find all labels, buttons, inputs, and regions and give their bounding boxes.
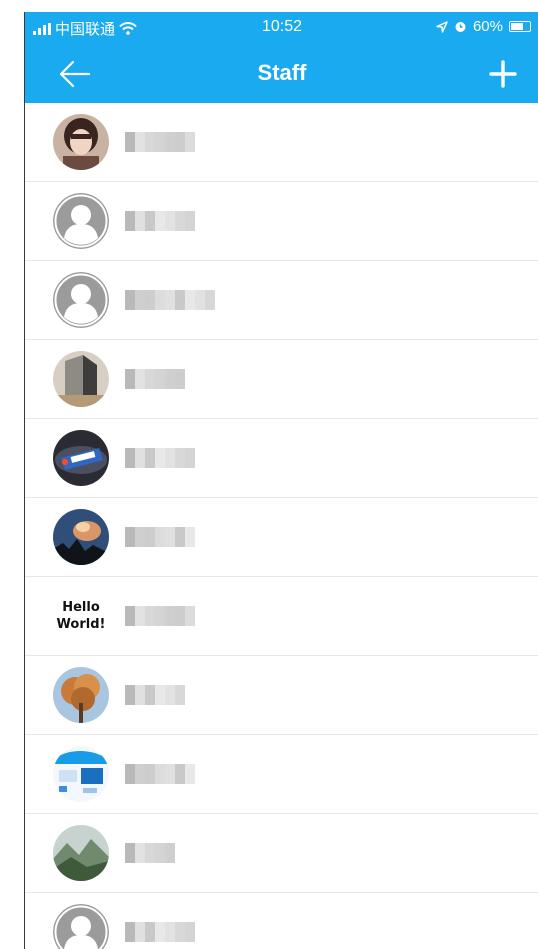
plus-icon <box>489 60 517 88</box>
avatar <box>53 509 109 565</box>
name-redaction-mosaic <box>125 132 195 152</box>
avatar <box>53 825 109 881</box>
name-redaction-mosaic <box>125 685 185 705</box>
staff-name <box>125 448 195 468</box>
add-staff-button[interactable] <box>483 54 523 94</box>
name-redaction-mosaic <box>125 606 195 626</box>
staff-row[interactable] <box>25 498 538 577</box>
app-header: 中国联通 10:52 60% Staff <box>25 12 538 103</box>
staff-row[interactable] <box>25 103 538 182</box>
avatar-text-line: World! <box>56 617 106 632</box>
staff-row[interactable] <box>25 735 538 814</box>
staff-name <box>125 843 175 863</box>
name-redaction-mosaic <box>125 843 175 863</box>
avatar <box>53 746 109 802</box>
battery-percent: 60% <box>472 18 503 35</box>
status-bar: 中国联通 10:52 60% <box>25 12 538 44</box>
avatar <box>53 667 109 723</box>
avatar: Hello World! <box>53 588 109 644</box>
name-redaction-mosaic <box>125 448 195 468</box>
page-title: Staff <box>257 60 307 85</box>
staff-name <box>125 211 195 231</box>
staff-name <box>125 764 195 784</box>
alarm-icon <box>455 22 466 32</box>
staff-name <box>125 527 195 547</box>
staff-row[interactable] <box>25 814 538 893</box>
staff-row[interactable] <box>25 419 538 498</box>
name-redaction-mosaic <box>125 527 195 547</box>
navigation-bar: Staff <box>25 44 538 103</box>
staff-row[interactable]: Hello World! <box>25 577 538 656</box>
status-right: 60% <box>436 18 531 35</box>
avatar <box>53 193 109 249</box>
staff-row[interactable] <box>25 182 538 261</box>
staff-name <box>125 606 195 626</box>
name-redaction-mosaic <box>125 369 185 389</box>
battery-icon <box>509 21 531 32</box>
staff-list: Kevin Wu Hello World! <box>25 103 538 949</box>
avatar-text-line: Hello <box>62 600 100 615</box>
staff-row[interactable]: Kevin Wu <box>25 261 538 340</box>
location-arrow-icon <box>436 20 448 33</box>
staff-name <box>125 132 195 152</box>
avatar <box>53 114 109 170</box>
avatar <box>53 430 109 486</box>
name-redaction-mosaic <box>125 290 215 310</box>
staff-name <box>125 685 185 705</box>
avatar <box>53 904 109 949</box>
staff-name <box>125 369 185 389</box>
name-redaction-mosaic <box>125 211 195 231</box>
staff-row[interactable] <box>25 340 538 419</box>
name-redaction-mosaic <box>125 764 195 784</box>
phone-screen: 中国联通 10:52 60% Staff Hello World! <box>24 12 538 949</box>
staff-row[interactable] <box>25 656 538 735</box>
name-redaction-mosaic <box>125 922 195 942</box>
staff-row[interactable] <box>25 893 538 949</box>
staff-name <box>125 922 195 942</box>
avatar <box>53 351 109 407</box>
staff-name: Kevin Wu <box>125 290 215 310</box>
avatar <box>53 272 109 328</box>
